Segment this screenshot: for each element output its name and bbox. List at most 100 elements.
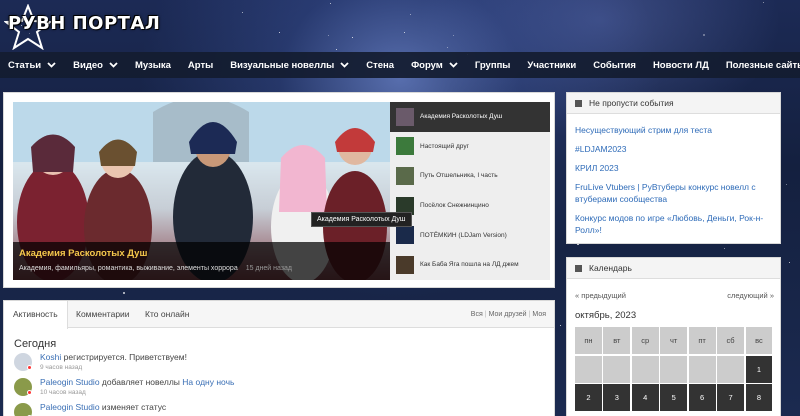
event-link[interactable]: КРИЛ 2023 (575, 162, 775, 174)
square-bullet-icon (575, 264, 582, 272)
filter-mine[interactable]: Моя (532, 311, 546, 318)
thumb-label: Академия Расколотых Душ (420, 113, 503, 121)
event-link[interactable]: Конкурс модов по игре «Любовь, Деньги, Р… (575, 212, 775, 236)
slider-thumb[interactable]: Настоящий друг (390, 132, 550, 162)
nav-item-label: Полезные сайты (725, 59, 800, 71)
nav-item-2[interactable]: Музыка (135, 60, 171, 71)
nav-item-11[interactable]: Полезные сайты (726, 60, 800, 71)
chevron-down-icon (109, 62, 118, 68)
calendar-empty-cell (660, 355, 688, 383)
activity-time: 9 часов назад (40, 364, 83, 371)
activity-user-link[interactable]: Paleogin Studio (40, 377, 100, 387)
calendar-day[interactable]: 8 (745, 384, 773, 412)
calendar-weekday: вс (745, 327, 773, 354)
star (786, 184, 787, 185)
nav-item-9[interactable]: События (593, 60, 636, 71)
nav-item-label: Арты (187, 59, 214, 71)
tab-online[interactable]: Кто онлайн (136, 301, 198, 328)
slider-thumbnails: Академия Расколотых Душ Настоящий друг Пут… (390, 102, 550, 280)
events-header: Не пропусти события (567, 93, 780, 114)
slider-thumb[interactable]: Академия Расколотых Душ (390, 102, 550, 132)
chevron-down-icon (449, 62, 458, 68)
nav-item-10[interactable]: Новости ЛД (653, 60, 709, 71)
thumb-label: Путь Отшельника, I часть (420, 172, 498, 180)
featured-slider: Академия Расколотых Душ Академия, фамиль… (3, 92, 555, 288)
thumb-image (396, 255, 414, 274)
activity-target-link[interactable]: На одну ночь (182, 377, 234, 387)
nav-item-8[interactable]: Участники (527, 60, 576, 71)
nav-item-label: Музыка (134, 59, 171, 71)
calendar-day[interactable]: 6 (688, 384, 716, 412)
nav-item-label: Форум (411, 59, 443, 71)
star (724, 248, 725, 249)
calendar-prev-link[interactable]: « предыдущий (575, 291, 626, 300)
nav-item-4[interactable]: Визуальные новеллы (230, 60, 349, 71)
calendar-weekday: пт (688, 327, 716, 354)
calendar-day[interactable]: 2 (575, 384, 602, 412)
slider-thumb[interactable]: Посёлок Снежнинцино (390, 191, 550, 221)
slider-thumb[interactable]: Путь Отшельника, I часть (390, 161, 550, 191)
nav-item-label: События (593, 59, 636, 71)
calendar-empty-cell (603, 355, 631, 383)
slider-thumb[interactable]: ПОТЁМКИН (LDJam Version) (390, 220, 550, 250)
calendar-weekday: чт (660, 327, 688, 354)
tab-activity[interactable]: Активность (4, 301, 68, 329)
event-link[interactable]: #LDJAM2023 (575, 143, 775, 155)
site-logo[interactable]: РУВН ПОРТАЛ (4, 4, 160, 50)
nav-item-label: Стена (366, 59, 395, 71)
slider-thumb[interactable]: Как Баба Яга пошла на ЛД джем (390, 250, 550, 280)
calendar-day[interactable]: 7 (717, 384, 744, 412)
nav-item-6[interactable]: Форум (411, 60, 458, 71)
nav-item-5[interactable]: Стена (366, 60, 394, 71)
calendar-day[interactable]: 3 (603, 384, 631, 412)
events-panel: Не пропусти события Несуществующий стрим… (566, 92, 781, 244)
events-list: Несуществующий стрим для теста #LDJAM2023… (575, 124, 775, 243)
calendar-empty-cell (717, 355, 744, 383)
star (560, 325, 561, 326)
activity-text: Paleogin Studio добавляет новеллы На одн… (40, 377, 234, 387)
nav-item-7[interactable]: Группы (475, 60, 511, 71)
activity-item: Paleogin Studio изменяет статус (14, 402, 534, 416)
calendar-day[interactable]: 1 (745, 355, 773, 383)
activity-text: Koshi регистрируется. Приветствуем! (40, 352, 187, 362)
thumb-image (396, 166, 414, 185)
filter-all[interactable]: Вся (471, 311, 483, 318)
activity-time: 10 часов назад (40, 389, 86, 396)
thumb-label: Как Баба Яга пошла на ЛД джем (420, 261, 519, 269)
thumb-label: Посёлок Снежнинцино (420, 202, 489, 210)
logo-text: РУВН ПОРТАЛ (8, 13, 161, 34)
calendar-weekday: ср (631, 327, 659, 354)
star (123, 292, 125, 294)
activity-filters: Вся | Мои друзей | Моя (470, 311, 546, 318)
activity-user-link[interactable]: Koshi (40, 352, 61, 362)
event-link[interactable]: Несуществующий стрим для теста (575, 124, 775, 136)
calendar-empty-cell (575, 355, 602, 383)
site-header: РУВН ПОРТАЛ (0, 0, 800, 52)
thumb-label: ПОТЁМКИН (LDJam Version) (420, 231, 507, 239)
nav-item-0[interactable]: Статьи (8, 60, 56, 71)
calendar-panel: Календарь « предыдущий следующий » октяб… (566, 257, 781, 416)
nav-item-1[interactable]: Видео (73, 60, 118, 71)
activity-action: добавляет новеллы (101, 377, 180, 387)
tab-comments[interactable]: Комментарии (67, 301, 139, 328)
event-link[interactable]: FruLive Vtubers | РуВтуберы конкурс нове… (575, 181, 775, 205)
calendar-day[interactable]: 4 (631, 384, 659, 412)
calendar-week-row: 2345678 (575, 384, 774, 413)
slide-title[interactable]: Академия Расколотых Душ (19, 248, 384, 259)
thumb-label: Настоящий друг (420, 142, 469, 150)
activity-user-link[interactable]: Paleogin Studio (40, 402, 100, 412)
tooltip: Академия Расколотых Душ (311, 212, 412, 227)
calendar-day[interactable]: 5 (660, 384, 688, 412)
featured-slide[interactable]: Академия Расколотых Душ Академия, фамиль… (13, 102, 390, 280)
slide-tags: Академия, фамильяры, романтика, выживани… (19, 265, 384, 272)
calendar-weekday-row: пн вт ср чт пт сб вс (575, 327, 774, 356)
nav-item-label: Группы (474, 59, 511, 71)
calendar-next-link[interactable]: следующий » (727, 291, 774, 300)
chevron-down-icon (47, 62, 56, 68)
slide-tags-text: Академия, фамильяры, романтика, выживани… (19, 265, 238, 272)
nav-item-3[interactable]: Арты (188, 60, 213, 71)
nav-item-label: Видео (73, 59, 103, 71)
activity-item: Paleogin Studio добавляет новеллы На одн… (14, 377, 534, 401)
nav-item-label: Статьи (8, 59, 42, 71)
filter-friends[interactable]: Мои друзей (489, 311, 527, 318)
